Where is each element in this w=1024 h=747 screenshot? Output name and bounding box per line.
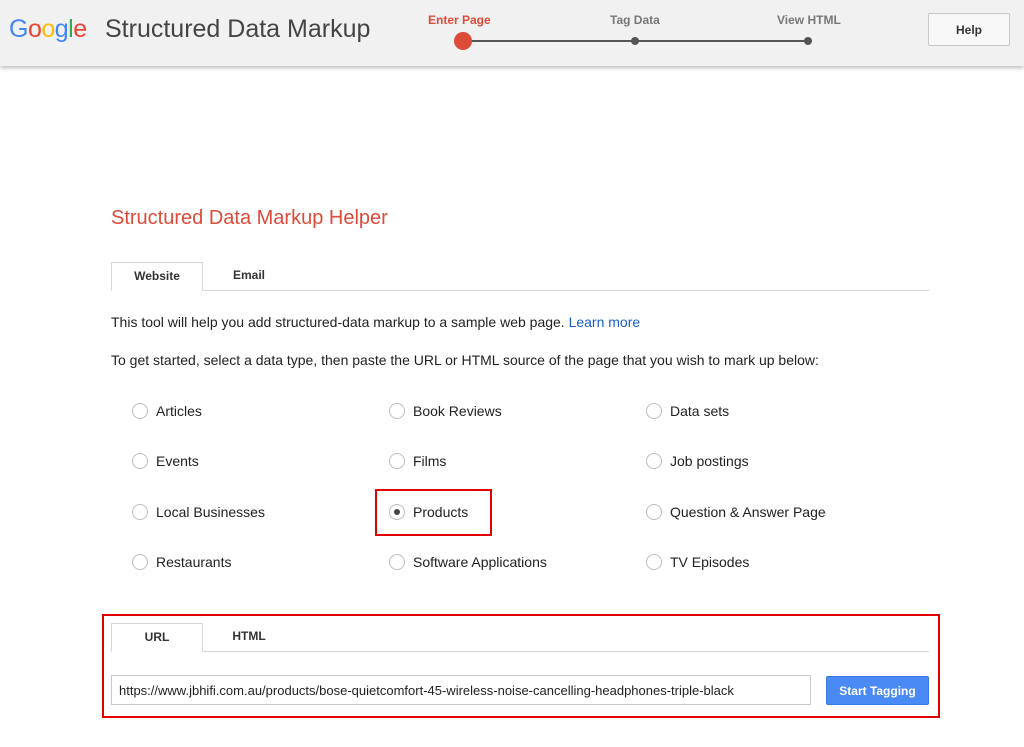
option-label: Local Businesses <box>156 504 265 520</box>
radio-button[interactable] <box>646 453 662 469</box>
option-label: Restaurants <box>156 554 232 570</box>
step-dot-tag-data <box>631 37 639 45</box>
intro-sentence: This tool will help you add structured-d… <box>111 314 565 330</box>
radio-button[interactable] <box>132 554 148 570</box>
step-dot-view-html <box>804 37 812 45</box>
products-highlight-box <box>375 489 492 536</box>
google-logo: Google <box>9 15 87 43</box>
learn-more-link[interactable]: Learn more <box>569 314 641 330</box>
source-tabs: Website Email <box>111 262 929 291</box>
option-label: Events <box>156 453 199 469</box>
app-title: Structured Data Markup <box>105 15 371 43</box>
step-tag-data: Tag Data <box>610 13 660 27</box>
page-title: Structured Data Markup Helper <box>111 207 388 229</box>
tab-website[interactable]: Website <box>111 262 203 291</box>
top-bar: Google Structured Data Markup Enter Page… <box>0 0 1024 66</box>
url-highlight-box <box>102 614 940 718</box>
option-label: Job postings <box>670 453 749 469</box>
radio-button[interactable] <box>646 403 662 419</box>
radio-button[interactable] <box>132 453 148 469</box>
help-button[interactable]: Help <box>928 13 1010 46</box>
option-label: Software Applications <box>413 554 547 570</box>
tab-email[interactable]: Email <box>203 262 295 290</box>
intro-text: This tool will help you add structured-d… <box>111 314 640 330</box>
radio-button[interactable] <box>132 403 148 419</box>
option-label: Data sets <box>670 403 730 419</box>
option-label: Articles <box>156 403 202 419</box>
step-dot-enter-page <box>454 32 472 50</box>
step-enter-page: Enter Page <box>428 13 491 27</box>
option-label: Question & Answer Page <box>670 504 826 520</box>
radio-button[interactable] <box>132 504 148 520</box>
option-label: TV Episodes <box>670 554 750 570</box>
step-view-html: View HTML <box>777 13 841 27</box>
option-label: Films <box>413 453 447 469</box>
instructions-text: To get started, select a data type, then… <box>111 352 819 368</box>
radio-button[interactable] <box>389 554 405 570</box>
radio-button[interactable] <box>389 403 405 419</box>
radio-button[interactable] <box>646 554 662 570</box>
radio-button[interactable] <box>389 453 405 469</box>
radio-button[interactable] <box>646 504 662 520</box>
option-label: Book Reviews <box>413 403 502 419</box>
